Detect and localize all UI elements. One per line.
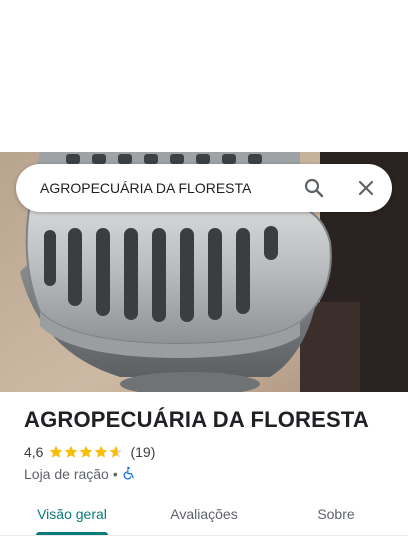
- close-icon[interactable]: [354, 176, 378, 200]
- search-icon[interactable]: [302, 176, 326, 200]
- tab-about[interactable]: Sobre: [284, 496, 388, 532]
- review-count[interactable]: (19): [130, 444, 155, 460]
- tabs-divider: [0, 535, 408, 536]
- search-input[interactable]: AGROPECUÁRIA DA FLORESTA: [40, 164, 251, 212]
- tab-overview[interactable]: Visão geral: [20, 496, 124, 532]
- place-header: AGROPECUÁRIA DA FLORESTA: [24, 404, 394, 436]
- search-bar[interactable]: AGROPECUÁRIA DA FLORESTA: [16, 164, 392, 212]
- rating-value: 4,6: [24, 444, 44, 460]
- star-icon: [80, 445, 93, 458]
- place-tabs: Visão geral Avaliações Sobre: [0, 496, 408, 536]
- star-icon: [95, 445, 108, 458]
- star-icon: [65, 445, 78, 458]
- place-title: AGROPECUÁRIA DA FLORESTA: [24, 407, 369, 432]
- rating-row[interactable]: 4,6 (19): [24, 442, 155, 462]
- category-row: Loja de ração •: [24, 464, 136, 484]
- separator-dot: •: [112, 466, 118, 482]
- star-icon: [110, 445, 123, 458]
- star-icon: [50, 445, 63, 458]
- star-rating: [49, 445, 124, 459]
- category-label[interactable]: Loja de ração: [24, 466, 109, 482]
- map-blank-area: [0, 0, 408, 152]
- tab-reviews[interactable]: Avaliações: [152, 496, 256, 532]
- wheelchair-icon: [122, 466, 136, 483]
